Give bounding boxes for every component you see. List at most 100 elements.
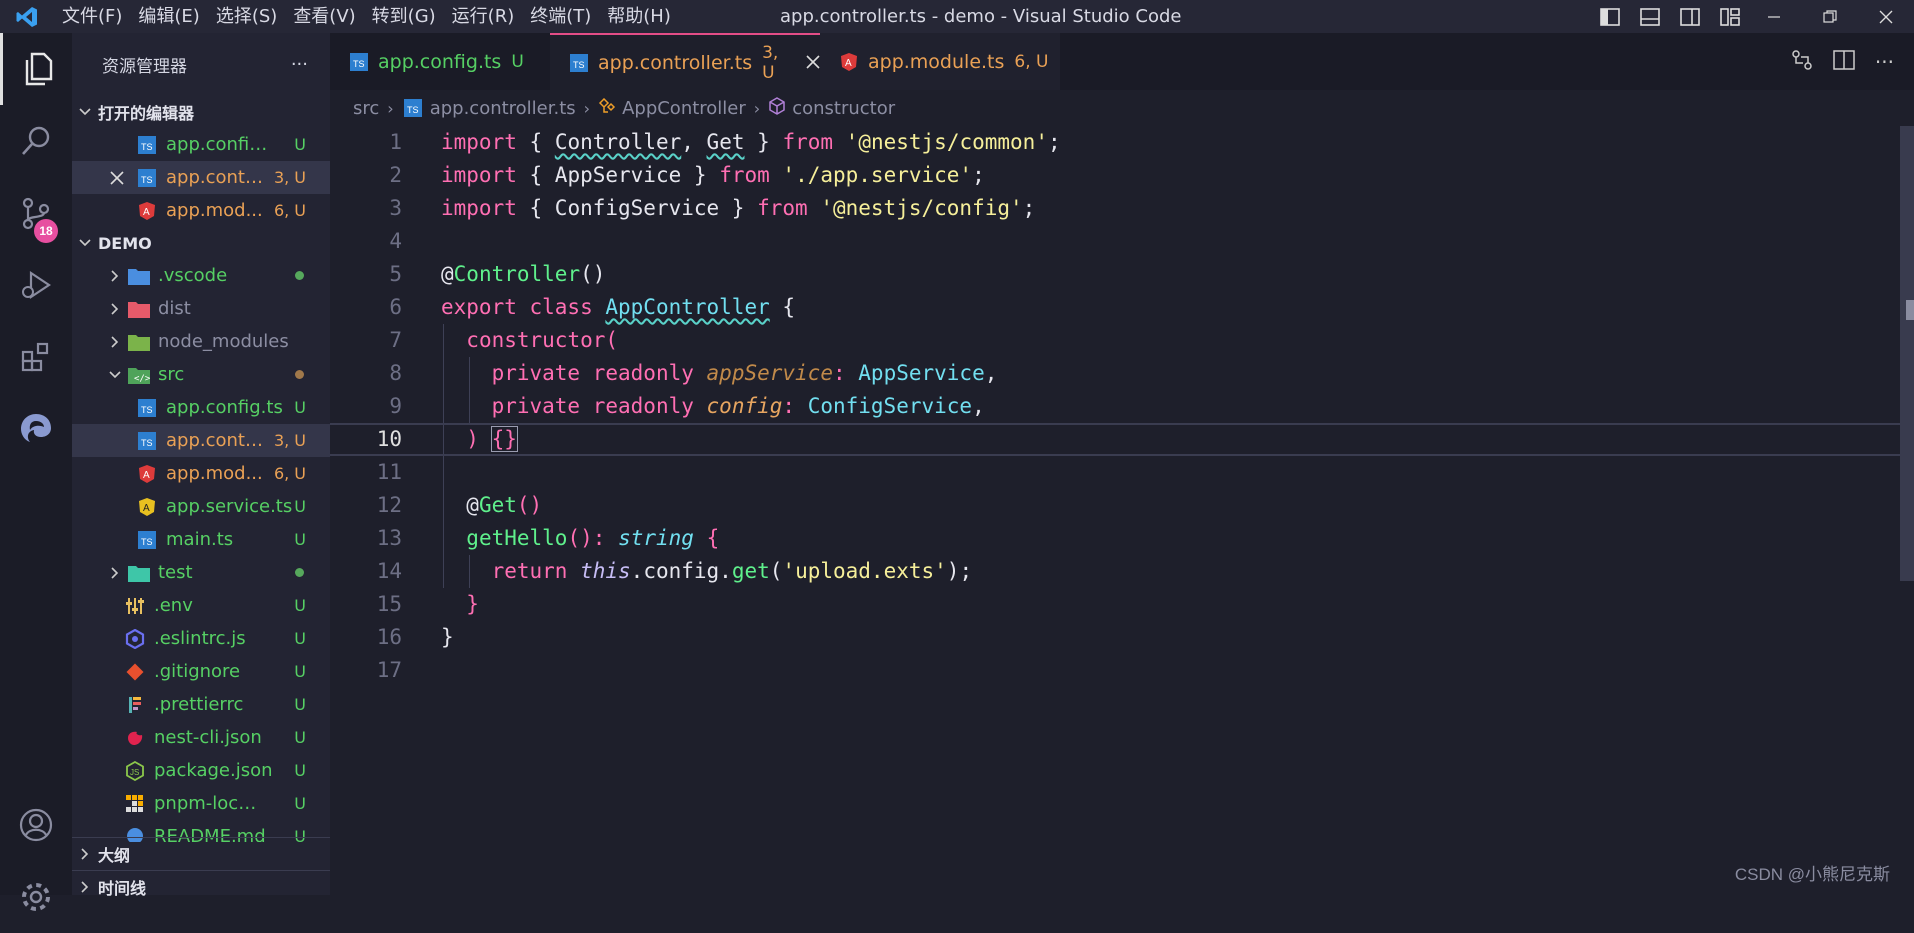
menu-view[interactable]: 查看(V): [285, 0, 363, 33]
svg-text:A: A: [143, 207, 150, 218]
scm-badge: 18: [34, 219, 58, 243]
chevron-right-icon: [102, 566, 128, 579]
src-folder-icon: </>: [128, 365, 150, 385]
svg-text:TS: TS: [141, 537, 153, 547]
svg-text:TS: TS: [573, 60, 585, 70]
svg-text:TS: TS: [407, 105, 419, 115]
code-line: 13 getHello(): string {: [376, 526, 720, 550]
code-line: 7 constructor(: [389, 328, 619, 352]
env-file-icon: [124, 596, 146, 616]
menu-edit[interactable]: 编辑(E): [130, 0, 207, 33]
svg-text:</>: </>: [134, 374, 150, 384]
typescript-file-icon: TS: [136, 168, 158, 188]
close-icon[interactable]: [110, 169, 124, 190]
tree-folder-src[interactable]: </> src: [72, 358, 330, 391]
tree-folder-dist[interactable]: dist: [72, 292, 330, 325]
chevron-right-icon: ›: [753, 98, 761, 118]
open-changes-icon[interactable]: [1791, 49, 1813, 75]
node-folder-icon: [128, 332, 150, 352]
extensions-icon[interactable]: [0, 321, 72, 393]
minimize-icon[interactable]: [1746, 0, 1802, 33]
more-actions-icon[interactable]: ···: [291, 54, 308, 75]
breadcrumb-folder[interactable]: src: [353, 98, 379, 119]
code-line: 17: [376, 658, 402, 682]
open-editor-item[interactable]: A app.mod... 6, U: [72, 194, 330, 227]
outline-header[interactable]: 大纲: [72, 838, 330, 870]
search-icon[interactable]: [0, 105, 72, 177]
method-symbol-icon: [768, 96, 786, 120]
open-editor-item[interactable]: TS app.config.t... U: [72, 128, 330, 161]
tree-file-active[interactable]: TS app.contr... 3, U: [72, 424, 330, 457]
explorer-sidebar: 资源管理器 ··· 打开的编辑器 TS app.config.t... U TS…: [72, 33, 330, 898]
typescript-file-icon: TS: [136, 530, 158, 550]
chevron-down-icon: [72, 108, 98, 116]
breadcrumb-class[interactable]: AppController: [622, 98, 746, 119]
code-line: 5 @Controller(): [389, 262, 606, 286]
tab-app-config[interactable]: TS app.config.ts U: [330, 33, 550, 90]
edge-devtools-icon[interactable]: [0, 393, 72, 465]
timeline-header[interactable]: 时间线: [72, 871, 330, 903]
explorer-icon[interactable]: [0, 33, 72, 105]
tree-folder-test[interactable]: test: [72, 556, 330, 589]
tree-file[interactable]: .env U: [72, 589, 330, 622]
more-actions-icon[interactable]: ···: [1875, 50, 1894, 74]
open-editor-item[interactable]: TS app.contr... 3, U: [72, 161, 330, 194]
typescript-file-icon: TS: [136, 135, 158, 155]
chevron-right-icon: [102, 302, 128, 315]
tree-file[interactable]: A app.service.ts U: [72, 490, 330, 523]
chevron-right-icon: [102, 269, 128, 282]
toggle-secondary-sidebar-icon[interactable]: [1678, 7, 1702, 27]
toggle-panel-icon[interactable]: [1638, 7, 1662, 27]
source-control-icon[interactable]: 18: [0, 177, 72, 249]
tree-file[interactable]: nest-cli.json U: [72, 721, 330, 754]
run-debug-icon[interactable]: [0, 249, 72, 321]
toggle-primary-sidebar-icon[interactable]: [1598, 7, 1622, 27]
tab-app-controller[interactable]: TS app.controller.ts 3, U: [550, 33, 820, 90]
tree-file[interactable]: pnpm-lock.y... U: [72, 787, 330, 820]
account-icon[interactable]: [0, 789, 72, 861]
watermark: CSDN @小熊尼克斯: [1734, 865, 1890, 884]
tree-file[interactable]: TS main.ts U: [72, 523, 330, 556]
code-line: 15 }: [376, 592, 479, 616]
menu-go[interactable]: 转到(G): [364, 0, 444, 33]
editor-tab-bar: TS app.config.ts U TS app.controller.ts …: [330, 33, 1914, 90]
editor-scrollbar[interactable]: [1900, 126, 1914, 581]
tree-file[interactable]: .eslintrc.js U: [72, 622, 330, 655]
code-line: 14 return this.config.get('upload.exts')…: [376, 559, 973, 583]
project-header[interactable]: DEMO: [72, 227, 330, 259]
vscode-folder-icon: [128, 266, 150, 286]
breadcrumb-file[interactable]: app.controller.ts: [430, 98, 576, 119]
close-tab-icon[interactable]: [806, 50, 820, 75]
svg-text:TS: TS: [141, 438, 153, 448]
svg-text:TS: TS: [353, 59, 365, 69]
menu-file[interactable]: 文件(F): [54, 0, 130, 33]
code-editor[interactable]: 1 import { Controller, Get } from '@nestj…: [330, 126, 1914, 895]
angular-service-icon: A: [136, 497, 158, 517]
svg-text:JS: JS: [130, 768, 139, 777]
code-line: 2 import { AppService } from './app.servi…: [389, 163, 985, 187]
open-editors-header[interactable]: 打开的编辑器: [72, 96, 330, 128]
restore-icon[interactable]: [1802, 0, 1858, 33]
tab-app-module[interactable]: A app.module.ts 6, U: [820, 33, 1060, 90]
tree-folder-vscode[interactable]: .vscode: [72, 259, 330, 292]
breadcrumb-member[interactable]: constructor: [792, 98, 895, 119]
chevron-down-icon: [72, 239, 98, 247]
pnpm-file-icon: [124, 794, 146, 814]
customize-layout-icon[interactable]: [1718, 7, 1742, 27]
menu-terminal[interactable]: 终端(T): [522, 0, 599, 33]
code-line: 11: [376, 460, 402, 484]
tree-file[interactable]: A app.mod... 6, U: [72, 457, 330, 490]
menu-help[interactable]: 帮助(H): [599, 0, 679, 33]
close-window-icon[interactable]: [1858, 0, 1914, 33]
svg-text:A: A: [143, 503, 150, 514]
tree-file[interactable]: JS package.json U: [72, 754, 330, 787]
code-line: 9 private readonly config: ConfigService…: [389, 394, 985, 418]
tree-file[interactable]: .prettierrc U: [72, 688, 330, 721]
menu-run[interactable]: 运行(R): [444, 0, 523, 33]
tree-folder-node-modules[interactable]: node_modules: [72, 325, 330, 358]
settings-gear-icon[interactable]: [0, 861, 72, 933]
tree-file[interactable]: .gitignore U: [72, 655, 330, 688]
menu-selection[interactable]: 选择(S): [208, 0, 285, 33]
tree-file[interactable]: TS app.config.ts U: [72, 391, 330, 424]
split-editor-icon[interactable]: [1833, 49, 1855, 74]
